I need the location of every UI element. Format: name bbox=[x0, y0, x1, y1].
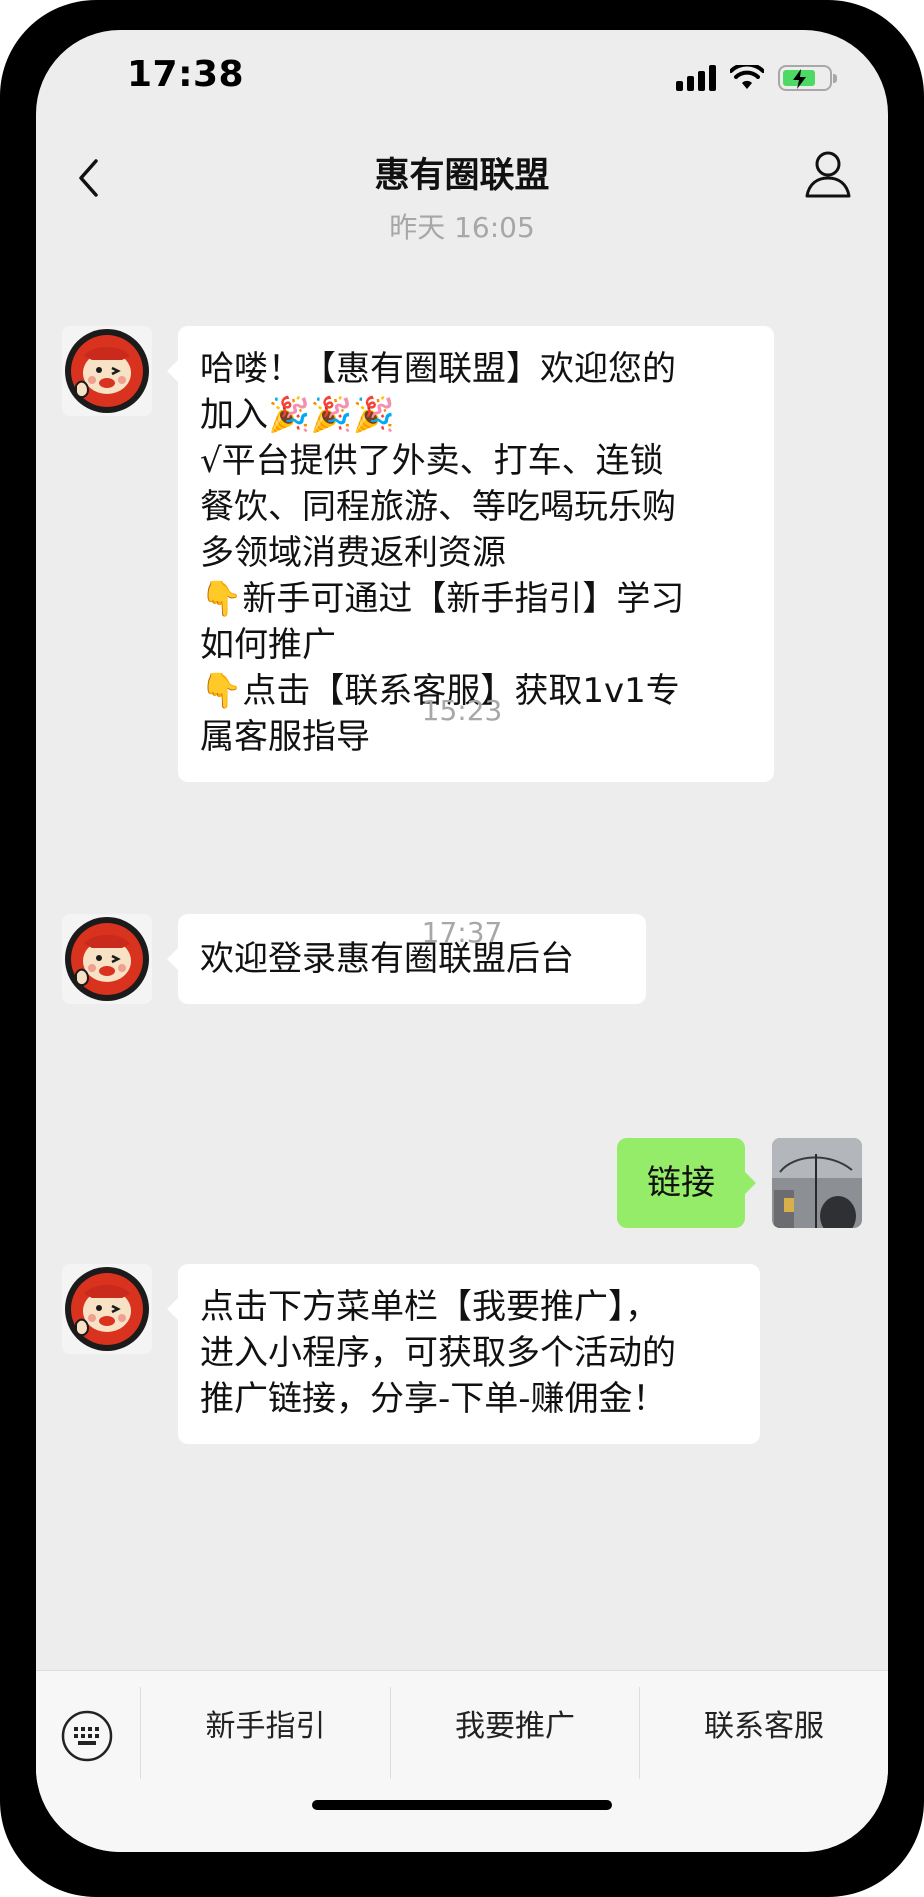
menu-item-customer-service[interactable]: 联系客服 bbox=[640, 1671, 888, 1775]
avatar[interactable] bbox=[62, 1264, 152, 1354]
bubble-tail bbox=[167, 948, 178, 970]
chat-screen: 17:38 惠有圈联盟 昨天 16:05 哈喽！【惠有圈联盟】欢迎您的 加入🎉🎉… bbox=[36, 30, 888, 1852]
user-avatar[interactable] bbox=[772, 1138, 862, 1228]
wifi-icon bbox=[730, 65, 764, 89]
person-icon bbox=[805, 151, 851, 198]
menu-item-beginner-guide[interactable]: 新手指引 bbox=[141, 1671, 390, 1775]
timestamp: 17:37 bbox=[421, 916, 503, 949]
keyboard-icon bbox=[61, 1710, 113, 1762]
cellular-signal-icon bbox=[676, 65, 716, 91]
chat-title: 惠有圈联盟 bbox=[374, 156, 550, 196]
bubble-tail bbox=[167, 360, 178, 382]
avatar[interactable] bbox=[62, 326, 152, 416]
profile-button[interactable] bbox=[804, 148, 852, 200]
timestamp: 昨天 16:05 bbox=[389, 211, 535, 244]
message-bubble[interactable]: 点击下方菜单栏【我要推广】， 进入小程序，可获取多个活动的 推广链接，分享-下单… bbox=[178, 1264, 760, 1444]
battery-icon bbox=[778, 65, 837, 91]
status-time: 17:38 bbox=[127, 54, 245, 95]
phone-frame: 17:38 惠有圈联盟 昨天 16:05 哈喽！【惠有圈联盟】欢迎您的 加入🎉🎉… bbox=[0, 0, 924, 1897]
bot-avatar-icon bbox=[65, 329, 149, 413]
menu-bar: 新手指引 我要推广 联系客服 bbox=[36, 1670, 888, 1852]
keyboard-toggle-button[interactable] bbox=[60, 1709, 114, 1763]
outgoing-message-bubble[interactable]: 链接 bbox=[617, 1138, 745, 1228]
timestamp: 15:23 bbox=[421, 694, 503, 727]
status-icons bbox=[676, 60, 837, 96]
bot-avatar-icon bbox=[65, 1267, 149, 1351]
home-indicator[interactable] bbox=[312, 1800, 612, 1810]
bubble-tail bbox=[167, 1298, 178, 1320]
user-photo-icon bbox=[772, 1138, 862, 1228]
bubble-tail bbox=[745, 1172, 756, 1194]
menu-item-promote[interactable]: 我要推广 bbox=[391, 1671, 639, 1775]
